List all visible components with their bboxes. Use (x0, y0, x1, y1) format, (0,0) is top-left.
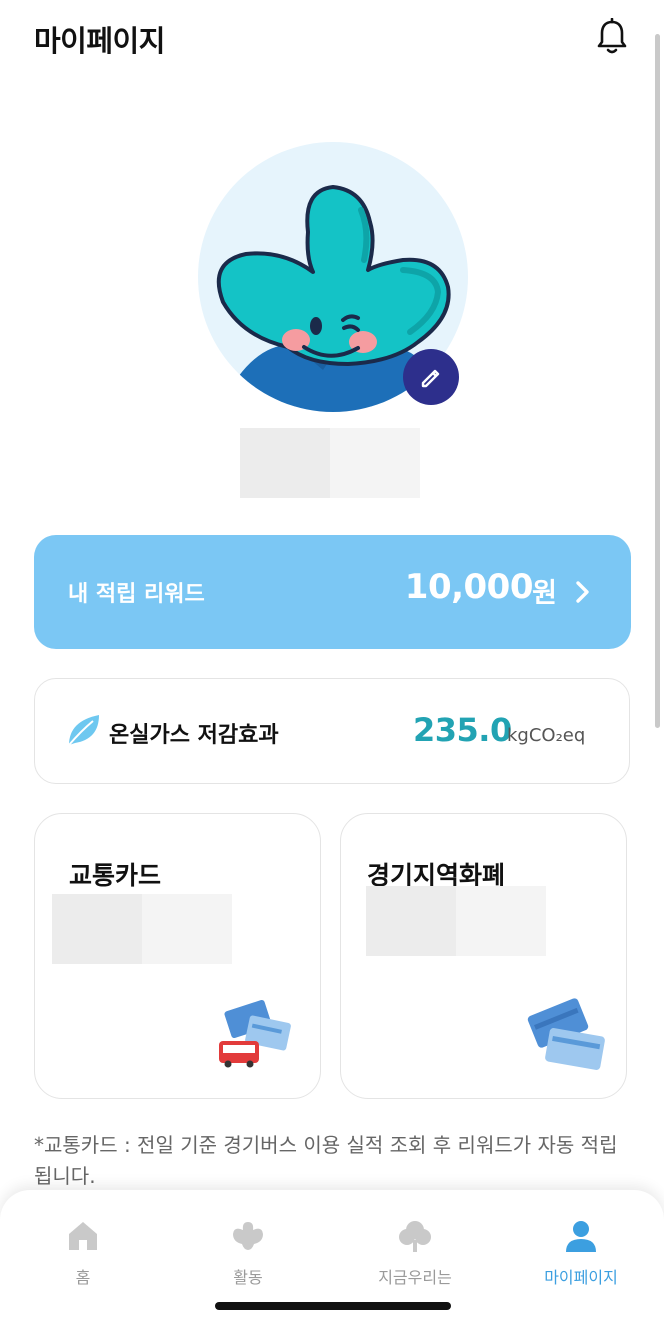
scrollbar[interactable] (655, 34, 660, 728)
profile-avatar-area (198, 142, 468, 412)
user-name-redacted (240, 428, 420, 498)
tree-icon (399, 1221, 431, 1252)
tab-activity[interactable]: 활동 (193, 1210, 303, 1287)
tab-activity-label: 활동 (233, 1268, 263, 1287)
home-icon (69, 1222, 97, 1250)
chevron-right-icon (576, 581, 589, 603)
edit-profile-button[interactable] (403, 349, 459, 405)
bell-icon[interactable] (596, 18, 628, 56)
transport-card-note: *교통카드 : 전일 기준 경기버스 이용 실적 조회 후 리워드가 자동 적립… (34, 1133, 618, 1188)
local-currency-tile[interactable]: 경기지역화폐 (340, 813, 627, 1099)
tab-mypage[interactable]: 마이페이지 (526, 1210, 636, 1287)
reward-amount: 10,000 (404, 567, 534, 607)
reward-label: 내 적립 리워드 (68, 582, 205, 607)
transport-card-bus-illustration (219, 999, 291, 1068)
reward-card[interactable]: 내 적립 리워드 10,000 원 (34, 535, 631, 649)
tab-now-we[interactable]: 지금우리는 (360, 1210, 470, 1287)
home-indicator (215, 1302, 451, 1310)
person-icon (566, 1221, 596, 1252)
local-currency-cards-illustration (527, 998, 605, 1070)
ghg-unit: kgCO₂eq (507, 725, 586, 746)
transport-card-value-redacted (52, 894, 232, 964)
page-title: 마이페이지 (34, 24, 165, 58)
transport-card-tile[interactable]: 교통카드 (34, 813, 321, 1099)
activity-icon (233, 1222, 263, 1250)
header: 마이페이지 (0, 0, 664, 78)
ghg-reduction-card: 온실가스 저감효과 235.0 kgCO₂eq (34, 678, 630, 784)
ghg-label: 온실가스 저감효과 (109, 723, 279, 748)
tab-home-label: 홈 (75, 1268, 91, 1287)
tab-home[interactable]: 홈 (28, 1210, 138, 1287)
leaf-icon (68, 715, 99, 746)
transport-card-title: 교통카드 (69, 861, 162, 890)
ghg-value: 235.0 (413, 711, 512, 749)
pencil-icon (421, 369, 440, 388)
tab-now-we-label: 지금우리는 (378, 1268, 452, 1287)
tab-mypage-label: 마이페이지 (544, 1268, 618, 1287)
reward-unit: 원 (532, 578, 557, 609)
local-currency-value-redacted (366, 886, 546, 956)
